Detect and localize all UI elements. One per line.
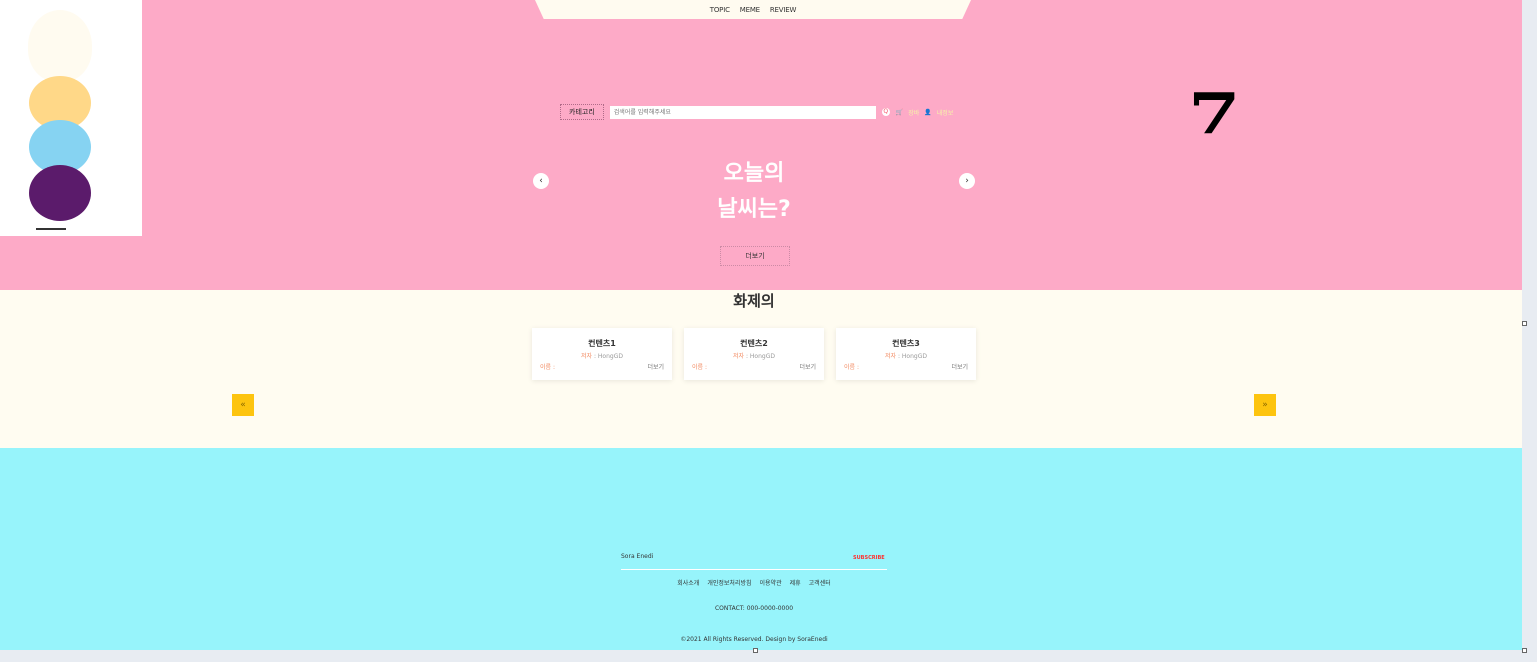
card-more-link[interactable]: 더보기 [647, 362, 664, 371]
trending-prev-button[interactable]: « [232, 394, 254, 416]
footer-brand: Sora Enedi [621, 553, 654, 560]
footer-link-partner[interactable]: 제휴 [790, 578, 801, 587]
footer-link-support[interactable]: 고객센터 [809, 578, 831, 587]
footer-link-terms[interactable]: 이용약관 [760, 578, 782, 587]
subscribe-link[interactable]: SUBSCRIBE [853, 555, 885, 561]
author-label: 저자 [733, 353, 745, 360]
hero-more-button[interactable]: 더보기 [720, 246, 790, 266]
signup-link[interactable]: 내정보 [937, 108, 954, 117]
content-card-3[interactable]: 컨텐츠3 저자 : HongGD 이름 : 더보기 [836, 328, 976, 380]
hero-prev-button[interactable]: ‹ [533, 173, 549, 189]
nav-topic[interactable]: TOPIC [710, 6, 730, 14]
author-value: : HongGD [897, 353, 927, 360]
footer-link-privacy[interactable]: 개인정보처리방침 [707, 578, 751, 587]
hero-next-button[interactable]: › [959, 173, 975, 189]
search-button[interactable]: Q [881, 108, 890, 116]
card-author: 저자 : HongGD [532, 351, 672, 360]
resize-handle-right[interactable] [1522, 321, 1527, 326]
footer-divider [621, 569, 887, 570]
author-value: : HongGD [745, 353, 775, 360]
author-value: : HongGD [593, 353, 623, 360]
footer-contact: CONTACT: 000-0000-0000 [714, 605, 794, 612]
resize-handle-bottom[interactable] [753, 648, 758, 653]
author-label: 저자 [885, 353, 897, 360]
ice-cream-logo[interactable] [0, 0, 142, 236]
resize-handle-corner[interactable] [1522, 648, 1527, 653]
card-author: 저자 : HongGD [836, 351, 976, 360]
cart-link[interactable]: 장바 [908, 108, 919, 117]
nav-review[interactable]: REVIEW [770, 6, 796, 14]
card-more-link[interactable]: 더보기 [951, 362, 968, 371]
content-card-2[interactable]: 컨텐츠2 저자 : HongGD 이름 : 더보기 [684, 328, 824, 380]
hero-title-line2: 날씨는? [717, 197, 791, 222]
card-title: 컨텐츠3 [892, 339, 920, 348]
author-label: 저자 [581, 353, 593, 360]
card-more-link[interactable]: 더보기 [799, 362, 816, 371]
top-navigation: TOPIC MEME REVIEW [535, 0, 971, 19]
footer-links: 회사소개 개인정보처리방침 이용약관 제휴 고객센터 [620, 578, 888, 587]
logo-shadow [36, 228, 66, 230]
content-card-1[interactable]: 컨텐츠1 저자 : HongGD 이름 : 더보기 [532, 328, 672, 380]
trending-title: 화제의 [733, 292, 775, 310]
hero-title: 오늘의 날씨는? [654, 156, 854, 228]
card-author: 저자 : HongGD [684, 351, 824, 360]
card-title: 컨텐츠1 [588, 339, 616, 348]
card-name-label: 이름 : [540, 364, 555, 371]
vertical-scrollbar[interactable] [1522, 0, 1537, 662]
footer [0, 448, 1522, 650]
user-icon[interactable]: 👤 [924, 109, 931, 116]
category-select[interactable]: 카테고리 [560, 104, 604, 120]
card-title: 컨텐츠2 [740, 339, 768, 348]
search-bar: 카테고리 Q 🛒 장바 👤 내정보 [560, 104, 953, 120]
card-name-label: 이름 : [692, 364, 707, 371]
header-links: 🛒 장바 👤 내정보 [896, 108, 954, 117]
search-input[interactable] [609, 105, 876, 119]
cart-icon[interactable]: 🛒 [896, 109, 903, 116]
trending-next-button[interactable]: » [1254, 394, 1276, 416]
logo-scoop-purple [29, 165, 91, 221]
brand-seven-mark: 7 [1188, 81, 1241, 147]
card-name-label: 이름 : [844, 364, 859, 371]
logo-scoop-cream [28, 10, 92, 82]
footer-copyright: ©2021 All Rights Reserved. Design by Sor… [680, 636, 828, 643]
horizontal-scrollbar[interactable] [0, 650, 1537, 662]
page: TOPIC MEME REVIEW 카테고리 Q 🛒 장바 👤 내정보 7 ‹ … [0, 0, 1522, 650]
nav-meme[interactable]: MEME [740, 6, 760, 14]
footer-link-about[interactable]: 회사소개 [677, 578, 699, 587]
hero-title-line1: 오늘의 [723, 161, 785, 186]
